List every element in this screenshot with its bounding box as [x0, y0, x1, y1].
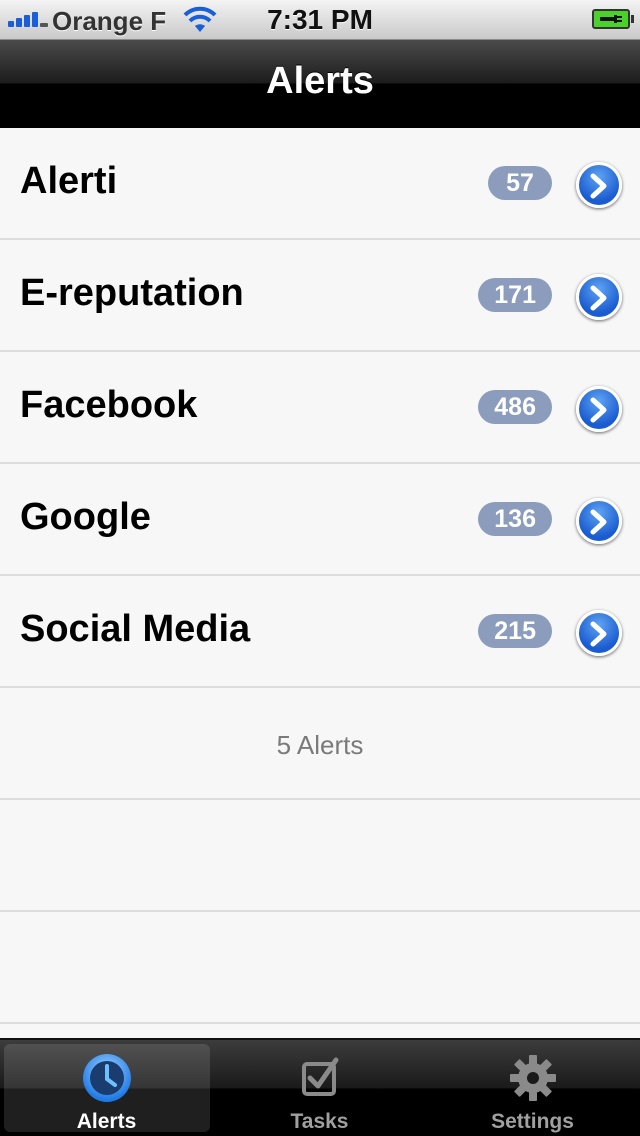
battery-charging-icon [592, 9, 634, 29]
count-badge: 57 [488, 166, 552, 200]
checkbox-icon [301, 1057, 338, 1096]
list-item-label: Facebook [20, 384, 198, 426]
list-item-facebook[interactable]: Facebook 486 [0, 352, 640, 464]
chevron-right-icon[interactable] [576, 274, 622, 320]
count-badge: 171 [478, 278, 552, 312]
tab-bar: Alerts Tasks Settings [0, 1038, 640, 1136]
list-item-label: Alerti [20, 160, 118, 202]
chevron-right-icon[interactable] [576, 498, 622, 544]
list-footer: 5 Alerts [0, 688, 640, 800]
count-badge: 486 [478, 390, 552, 424]
list-item-social-media[interactable]: Social Media 215 [0, 576, 640, 688]
tab-label: Tasks [290, 1110, 349, 1133]
tab-settings[interactable]: Settings [426, 1040, 639, 1136]
list-item-alerti[interactable]: Alerti 57 [0, 128, 640, 240]
navigation-bar: Alerts [0, 40, 640, 128]
gear-icon [509, 1055, 556, 1101]
alerts-list: Alerti 57 E-reputation 171 Facebook 486 … [0, 128, 640, 1024]
chevron-right-icon[interactable] [576, 386, 622, 432]
count-badge: 215 [478, 614, 552, 648]
empty-row [0, 800, 640, 912]
tab-alerts[interactable]: Alerts [0, 1040, 213, 1136]
list-item-e-reputation[interactable]: E-reputation 171 [0, 240, 640, 352]
list-item-label: E-reputation [20, 272, 244, 314]
empty-row [0, 912, 640, 1024]
tab-label: Settings [491, 1110, 574, 1133]
list-item-label: Social Media [20, 608, 251, 650]
list-item-google[interactable]: Google 136 [0, 464, 640, 576]
tab-label: Alerts [76, 1110, 137, 1133]
chevron-right-icon[interactable] [576, 610, 622, 656]
count-badge: 136 [478, 502, 552, 536]
status-bar: Orange F 7:31 PM [0, 0, 640, 40]
list-item-label: Google [20, 496, 151, 538]
status-time: 7:31 PM [267, 4, 373, 35]
tab-tasks[interactable]: Tasks [213, 1040, 426, 1136]
clock-icon [82, 1054, 131, 1102]
page-title: Alerts [266, 60, 374, 102]
alerts-count-summary: 5 Alerts [276, 730, 364, 760]
chevron-right-icon[interactable] [576, 162, 622, 208]
